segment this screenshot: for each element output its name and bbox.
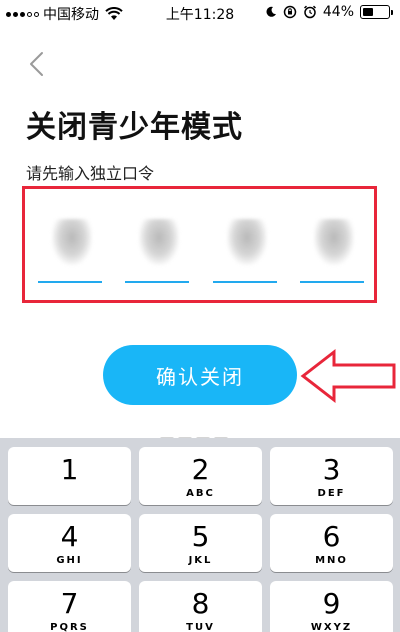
key-letters: PQRS bbox=[50, 622, 89, 632]
key-letters: DEF bbox=[317, 488, 346, 499]
key-1[interactable]: 1 bbox=[8, 447, 131, 505]
key-letters: GHI bbox=[56, 555, 83, 566]
status-bar: 中国移动 上午11:28 44% bbox=[0, 0, 400, 28]
digit-underline bbox=[38, 281, 102, 283]
key-8[interactable]: 8 TUV bbox=[139, 581, 262, 632]
alarm-icon bbox=[303, 5, 316, 19]
key-letters: ABC bbox=[186, 488, 215, 499]
digit-underline bbox=[213, 281, 277, 283]
key-number: 4 bbox=[60, 520, 79, 553]
page-title: 关闭青少年模式 bbox=[26, 110, 243, 145]
key-3[interactable]: 3 DEF bbox=[270, 447, 393, 505]
passcode-digit-1[interactable] bbox=[38, 207, 102, 283]
blurred-digit bbox=[314, 219, 354, 265]
key-number: 7 bbox=[60, 587, 79, 620]
back-chevron-icon[interactable] bbox=[26, 50, 50, 78]
key-letters: WXYZ bbox=[310, 622, 353, 632]
battery-percent: 44% bbox=[322, 4, 354, 20]
key-number: 8 bbox=[191, 587, 210, 620]
key-9[interactable]: 9 WXYZ bbox=[270, 581, 393, 632]
key-number: 3 bbox=[322, 453, 341, 486]
key-number: 6 bbox=[322, 520, 341, 553]
moon-icon bbox=[266, 6, 276, 17]
battery-icon bbox=[360, 5, 393, 19]
annotation-arrow-icon bbox=[300, 348, 396, 404]
key-4[interactable]: 4 GHI bbox=[8, 514, 131, 572]
key-7[interactable]: 7 PQRS bbox=[8, 581, 131, 632]
blurred-digit bbox=[52, 219, 92, 265]
confirm-close-button[interactable]: 确认关闭 bbox=[103, 345, 297, 405]
blurred-digit bbox=[139, 219, 179, 265]
passcode-digit-2[interactable] bbox=[125, 207, 189, 283]
passcode-digit-4[interactable] bbox=[300, 207, 364, 283]
key-6[interactable]: 6 MNO bbox=[270, 514, 393, 572]
digit-underline bbox=[300, 281, 364, 283]
key-number: 5 bbox=[191, 520, 210, 553]
key-5[interactable]: 5 JKL bbox=[139, 514, 262, 572]
passcode-digit-3[interactable] bbox=[213, 207, 277, 283]
key-number: 1 bbox=[60, 453, 79, 486]
key-letters: MNO bbox=[315, 555, 348, 566]
page-subtitle: 请先输入独立口令 bbox=[26, 164, 155, 183]
key-2[interactable]: 2 ABC bbox=[139, 447, 262, 505]
numeric-keypad: 1 2 ABC 3 DEF 4 GHI 5 JKL 6 MNO 7 PQRS 8… bbox=[0, 438, 400, 632]
blurred-digit bbox=[227, 219, 267, 265]
passcode-input-highlight-box bbox=[22, 186, 377, 303]
digit-underline bbox=[125, 281, 189, 283]
key-letters: TUV bbox=[186, 622, 215, 632]
orientation-lock-icon bbox=[283, 5, 297, 19]
key-letters: JKL bbox=[188, 555, 213, 566]
key-number: 9 bbox=[322, 587, 341, 620]
key-number: 2 bbox=[191, 453, 210, 486]
status-right: 44% bbox=[265, 4, 393, 20]
